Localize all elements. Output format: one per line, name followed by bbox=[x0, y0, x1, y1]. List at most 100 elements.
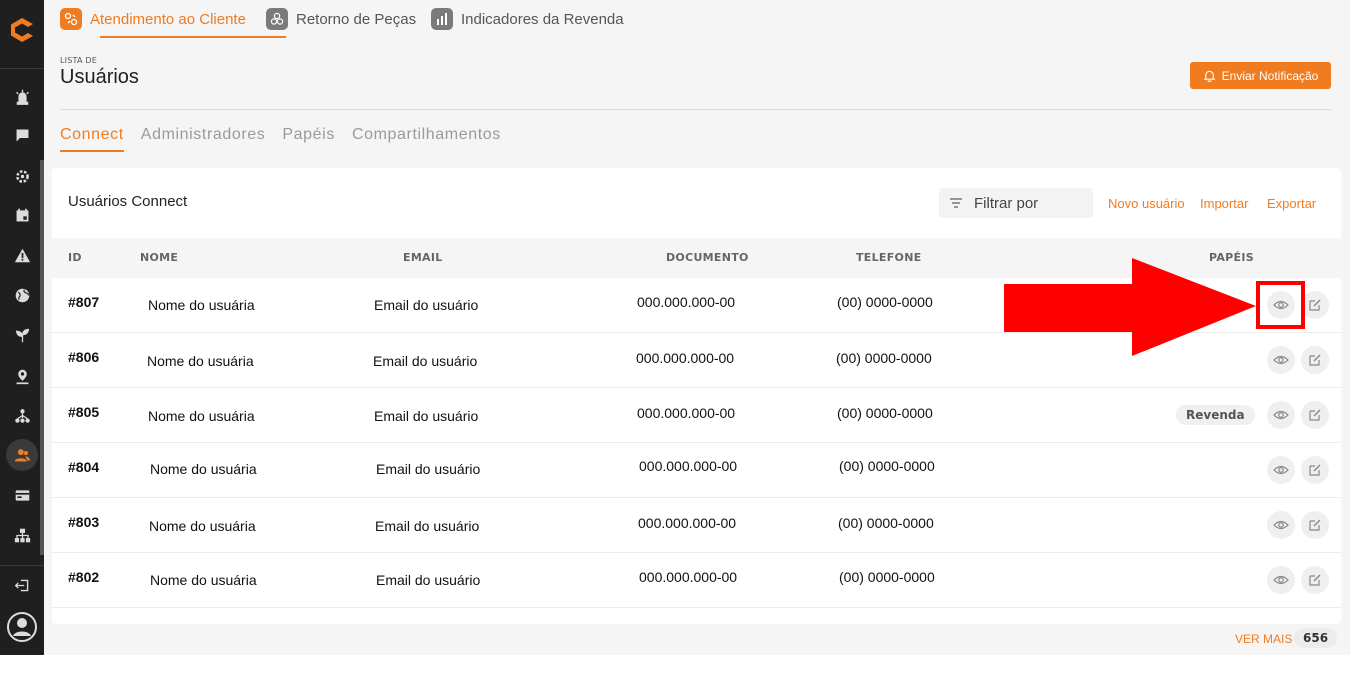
edit-icon bbox=[1307, 352, 1323, 368]
logout-icon[interactable] bbox=[12, 575, 32, 595]
edit-icon bbox=[1307, 407, 1323, 423]
table-row[interactable]: #802 Nome do usuária Email do usuário 000.0… bbox=[52, 553, 1341, 608]
tab-connect[interactable]: Connect bbox=[60, 126, 124, 152]
alarm-icon[interactable] bbox=[12, 86, 32, 106]
edit-button[interactable] bbox=[1301, 456, 1329, 484]
edit-icon bbox=[1307, 462, 1323, 478]
tab-compartilhamentos[interactable]: Compartilhamentos bbox=[352, 126, 501, 152]
sidebar bbox=[0, 0, 44, 655]
eye-icon bbox=[1273, 572, 1289, 588]
send-notification-button[interactable]: Enviar Notificação bbox=[1190, 62, 1331, 89]
network-icon[interactable] bbox=[12, 405, 32, 425]
edit-button[interactable] bbox=[1301, 346, 1329, 374]
cell-email: Email do usuário bbox=[376, 461, 481, 477]
column-header-id: ID bbox=[68, 251, 82, 264]
warning-icon[interactable] bbox=[12, 245, 32, 265]
topnav-dealer-indicators[interactable]: Indicadores da Revenda bbox=[431, 0, 624, 38]
card-title: Usuários Connect bbox=[68, 193, 188, 210]
edit-button[interactable] bbox=[1301, 511, 1329, 539]
cell-id: #805 bbox=[68, 404, 100, 420]
view-button[interactable] bbox=[1267, 401, 1295, 429]
settings-icon[interactable] bbox=[12, 166, 32, 186]
cell-name: Nome do usuária bbox=[150, 461, 257, 477]
cell-email: Email do usuário bbox=[376, 572, 481, 588]
export-link[interactable]: Exportar bbox=[1267, 196, 1316, 211]
cell-phone: (00) 0000-0000 bbox=[838, 515, 934, 531]
plant-icon[interactable] bbox=[12, 325, 32, 345]
eye-icon bbox=[1273, 407, 1289, 423]
edit-button[interactable] bbox=[1301, 401, 1329, 429]
tab-papeis[interactable]: Papéis bbox=[282, 126, 335, 152]
parts-return-icon bbox=[266, 8, 288, 30]
annotation-highlight-box bbox=[1256, 281, 1305, 329]
annotation-arrow bbox=[1004, 258, 1256, 356]
cell-document: 000.000.000-00 bbox=[637, 294, 736, 310]
view-button[interactable] bbox=[1267, 511, 1295, 539]
bell-icon bbox=[1203, 70, 1216, 82]
cell-name: Nome do usuária bbox=[149, 518, 256, 534]
see-more-link[interactable]: VER MAIS bbox=[1235, 632, 1292, 646]
bar-chart-icon bbox=[431, 8, 453, 30]
cell-email: Email do usuário bbox=[375, 518, 480, 534]
users-card: Usuários Connect Filtrar por Novo usuári… bbox=[52, 168, 1341, 624]
customer-service-icon bbox=[60, 8, 82, 30]
column-header-document: DOCUMENTO bbox=[666, 251, 749, 264]
cell-phone: (00) 0000-0000 bbox=[839, 569, 935, 585]
view-button[interactable] bbox=[1267, 566, 1295, 594]
topnav-label: Indicadores da Revenda bbox=[461, 10, 624, 28]
app: Atendimento ao Cliente Retorno de Peças … bbox=[0, 0, 1350, 694]
topnav-parts-return[interactable]: Retorno de Peças bbox=[266, 0, 416, 38]
topnav-label: Retorno de Peças bbox=[296, 10, 417, 28]
cell-email: Email do usuário bbox=[374, 297, 479, 313]
sidebar-bottom-divider bbox=[0, 565, 44, 566]
globe-icon[interactable] bbox=[12, 285, 32, 305]
map-pin-icon[interactable] bbox=[12, 366, 32, 386]
page-pre-title: LISTA DE bbox=[60, 56, 97, 65]
cell-phone: (00) 0000-0000 bbox=[837, 405, 933, 421]
table-row[interactable]: #804 Nome do usuária Email do usuário 000.0… bbox=[52, 443, 1341, 498]
cell-name: Nome do usuária bbox=[150, 572, 257, 588]
table-row[interactable]: #805 Nome do usuária Email do usuário 000.0… bbox=[52, 388, 1341, 443]
cell-id: #802 bbox=[68, 569, 100, 585]
cell-id: #806 bbox=[68, 349, 100, 365]
edit-icon bbox=[1307, 297, 1323, 313]
brand-logo[interactable] bbox=[6, 14, 38, 46]
filter-icon bbox=[950, 198, 962, 208]
account-icon[interactable] bbox=[6, 611, 38, 643]
topnav-customer-service[interactable]: Atendimento ao Cliente bbox=[60, 0, 246, 38]
cell-document: 000.000.000-00 bbox=[636, 350, 735, 366]
org-chart-icon[interactable] bbox=[12, 525, 32, 545]
chat-icon[interactable] bbox=[12, 125, 32, 145]
header-divider bbox=[60, 109, 1331, 110]
view-button[interactable] bbox=[1267, 346, 1295, 374]
edit-button[interactable] bbox=[1301, 566, 1329, 594]
users-icon[interactable] bbox=[12, 445, 32, 465]
cell-phone: (00) 0000-0000 bbox=[837, 294, 933, 310]
new-user-link[interactable]: Novo usuário bbox=[1108, 196, 1185, 211]
cell-name: Nome do usuária bbox=[148, 408, 255, 424]
card-icon[interactable] bbox=[12, 485, 32, 505]
column-header-phone: TELEFONE bbox=[856, 251, 922, 264]
cell-phone: (00) 0000-0000 bbox=[839, 458, 935, 474]
cell-id: #803 bbox=[68, 514, 100, 530]
eye-icon bbox=[1273, 517, 1289, 533]
table-row[interactable]: #803 Nome do usuária Email do usuário 000.0… bbox=[52, 498, 1341, 553]
edit-button[interactable] bbox=[1301, 291, 1329, 319]
cell-email: Email do usuário bbox=[373, 353, 478, 369]
top-navigation: Atendimento ao Cliente Retorno de Peças … bbox=[44, 0, 1350, 38]
tab-administradores[interactable]: Administradores bbox=[141, 126, 266, 152]
role-badge: Revenda bbox=[1176, 405, 1255, 425]
cell-name: Nome do usuária bbox=[147, 353, 254, 369]
eye-icon bbox=[1273, 352, 1289, 368]
page-title: Usuários bbox=[60, 66, 139, 88]
cell-document: 000.000.000-00 bbox=[639, 458, 738, 474]
cell-phone: (00) 0000-0000 bbox=[836, 350, 932, 366]
cell-id: #807 bbox=[68, 294, 100, 310]
filter-input[interactable]: Filtrar por bbox=[939, 188, 1093, 218]
import-link[interactable]: Importar bbox=[1200, 196, 1248, 211]
view-button[interactable] bbox=[1267, 456, 1295, 484]
cell-name: Nome do usuária bbox=[148, 297, 255, 313]
topnav-label: Atendimento ao Cliente bbox=[90, 10, 246, 28]
calendar-icon[interactable] bbox=[12, 205, 32, 225]
cell-id: #804 bbox=[68, 459, 100, 475]
